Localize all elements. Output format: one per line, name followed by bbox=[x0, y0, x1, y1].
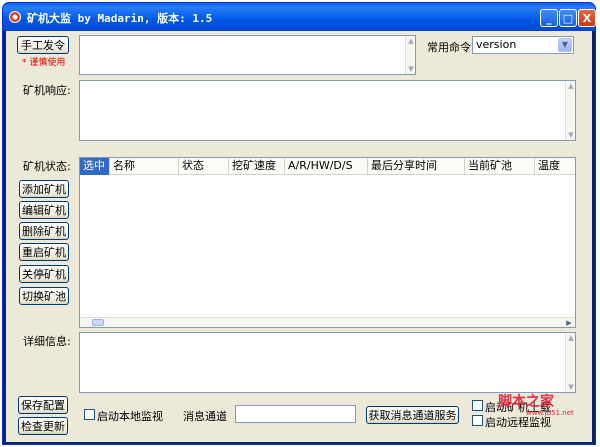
stop-miner-button[interactable]: 关停矿机 bbox=[19, 265, 69, 283]
watermark-logo: 脚本之家 bbox=[498, 394, 554, 410]
miner-table[interactable]: 选中 名称 状态 挖矿速度 A/R/HW/D/S 最后分享时间 当前矿池 温度 … bbox=[79, 157, 576, 328]
scroll-down-icon[interactable]: ▼ bbox=[566, 382, 576, 392]
client-area: 手工发令 * 谨慎使用 ▲ ▼ 常用命令 version ▼ 矿机响应: ▲ ▼… bbox=[6, 31, 592, 442]
table-hscrollbar[interactable]: ▶ bbox=[80, 317, 575, 327]
local-monitor-label[interactable]: 启动本地监视 bbox=[97, 408, 163, 424]
detail-output[interactable]: ▲ ▼ bbox=[79, 332, 576, 393]
response-label: 矿机响应: bbox=[23, 84, 71, 97]
watermark-url: www.jb51.net bbox=[526, 409, 574, 417]
restart-miner-button[interactable]: 重启矿机 bbox=[19, 243, 69, 261]
scroll-up-icon[interactable]: ▲ bbox=[406, 36, 416, 46]
edit-miner-button[interactable]: 编辑矿机 bbox=[19, 201, 69, 219]
app-window: 矿机大监 by Madarin, 版本: 1.5 _ □ X 手工发令 * 谨慎… bbox=[2, 2, 596, 445]
maximize-button[interactable]: □ bbox=[559, 9, 577, 27]
channel-label: 消息通道 bbox=[183, 410, 227, 423]
response-scrollbar[interactable]: ▲ ▼ bbox=[565, 81, 575, 140]
remote-monitor-checkbox[interactable] bbox=[472, 415, 483, 426]
scroll-up-icon[interactable]: ▲ bbox=[566, 333, 576, 343]
switch-pool-button[interactable]: 切换矿池 bbox=[19, 287, 69, 305]
close-button[interactable]: X bbox=[578, 9, 596, 27]
command-scrollbar[interactable]: ▲ ▼ bbox=[405, 36, 415, 74]
local-monitor-checkbox[interactable] bbox=[84, 409, 95, 420]
detail-label: 详细信息: bbox=[23, 335, 71, 348]
scroll-thumb[interactable] bbox=[92, 319, 104, 326]
column-header-select[interactable]: 选中 bbox=[80, 158, 110, 175]
table-header: 选中 名称 状态 挖矿速度 A/R/HW/D/S 最后分享时间 当前矿池 温度 bbox=[80, 158, 575, 175]
check-update-button[interactable]: 检查更新 bbox=[18, 417, 68, 435]
minimize-button[interactable]: _ bbox=[540, 9, 558, 27]
common-command-select[interactable]: version ▼ bbox=[472, 36, 574, 54]
add-miner-button[interactable]: 添加矿机 bbox=[19, 180, 69, 198]
common-command-value: version bbox=[476, 38, 517, 51]
scroll-down-icon[interactable]: ▼ bbox=[566, 130, 576, 140]
warning-text: * 谨慎使用 bbox=[22, 58, 66, 68]
channel-input[interactable] bbox=[235, 405, 356, 423]
chevron-down-icon[interactable]: ▼ bbox=[558, 38, 572, 52]
scroll-right-icon[interactable]: ▶ bbox=[564, 318, 574, 328]
window-title: 矿机大监 by Madarin, 版本: 1.5 bbox=[27, 12, 213, 25]
title-bar[interactable]: 矿机大监 by Madarin, 版本: 1.5 _ □ X bbox=[3, 3, 596, 31]
status-label: 矿机状态: bbox=[23, 160, 71, 173]
column-header-pool[interactable]: 当前矿池 bbox=[465, 158, 535, 175]
send-command-button[interactable]: 手工发令 bbox=[17, 36, 69, 54]
scroll-down-icon[interactable]: ▼ bbox=[406, 64, 416, 74]
column-header-last-share[interactable]: 最后分享时间 bbox=[368, 158, 465, 175]
response-output[interactable]: ▲ ▼ bbox=[79, 80, 576, 141]
command-input[interactable]: ▲ ▼ bbox=[79, 35, 416, 75]
column-header-shares[interactable]: A/R/HW/D/S bbox=[285, 158, 368, 175]
scroll-up-icon[interactable]: ▲ bbox=[566, 81, 576, 91]
common-command-label: 常用命令 bbox=[427, 41, 471, 54]
upload-checkbox[interactable] bbox=[472, 400, 483, 411]
column-header-temperature[interactable]: 温度 bbox=[535, 158, 577, 175]
column-header-hashrate[interactable]: 挖矿速度 bbox=[229, 158, 285, 175]
column-header-state[interactable]: 状态 bbox=[179, 158, 229, 175]
delete-miner-button[interactable]: 删除矿机 bbox=[19, 222, 69, 240]
app-icon bbox=[9, 11, 21, 23]
column-header-name[interactable]: 名称 bbox=[110, 158, 179, 175]
get-channel-button[interactable]: 获取消息通道服务 bbox=[366, 406, 459, 424]
save-config-button[interactable]: 保存配置 bbox=[18, 396, 68, 414]
detail-scrollbar[interactable]: ▲ ▼ bbox=[565, 333, 575, 392]
